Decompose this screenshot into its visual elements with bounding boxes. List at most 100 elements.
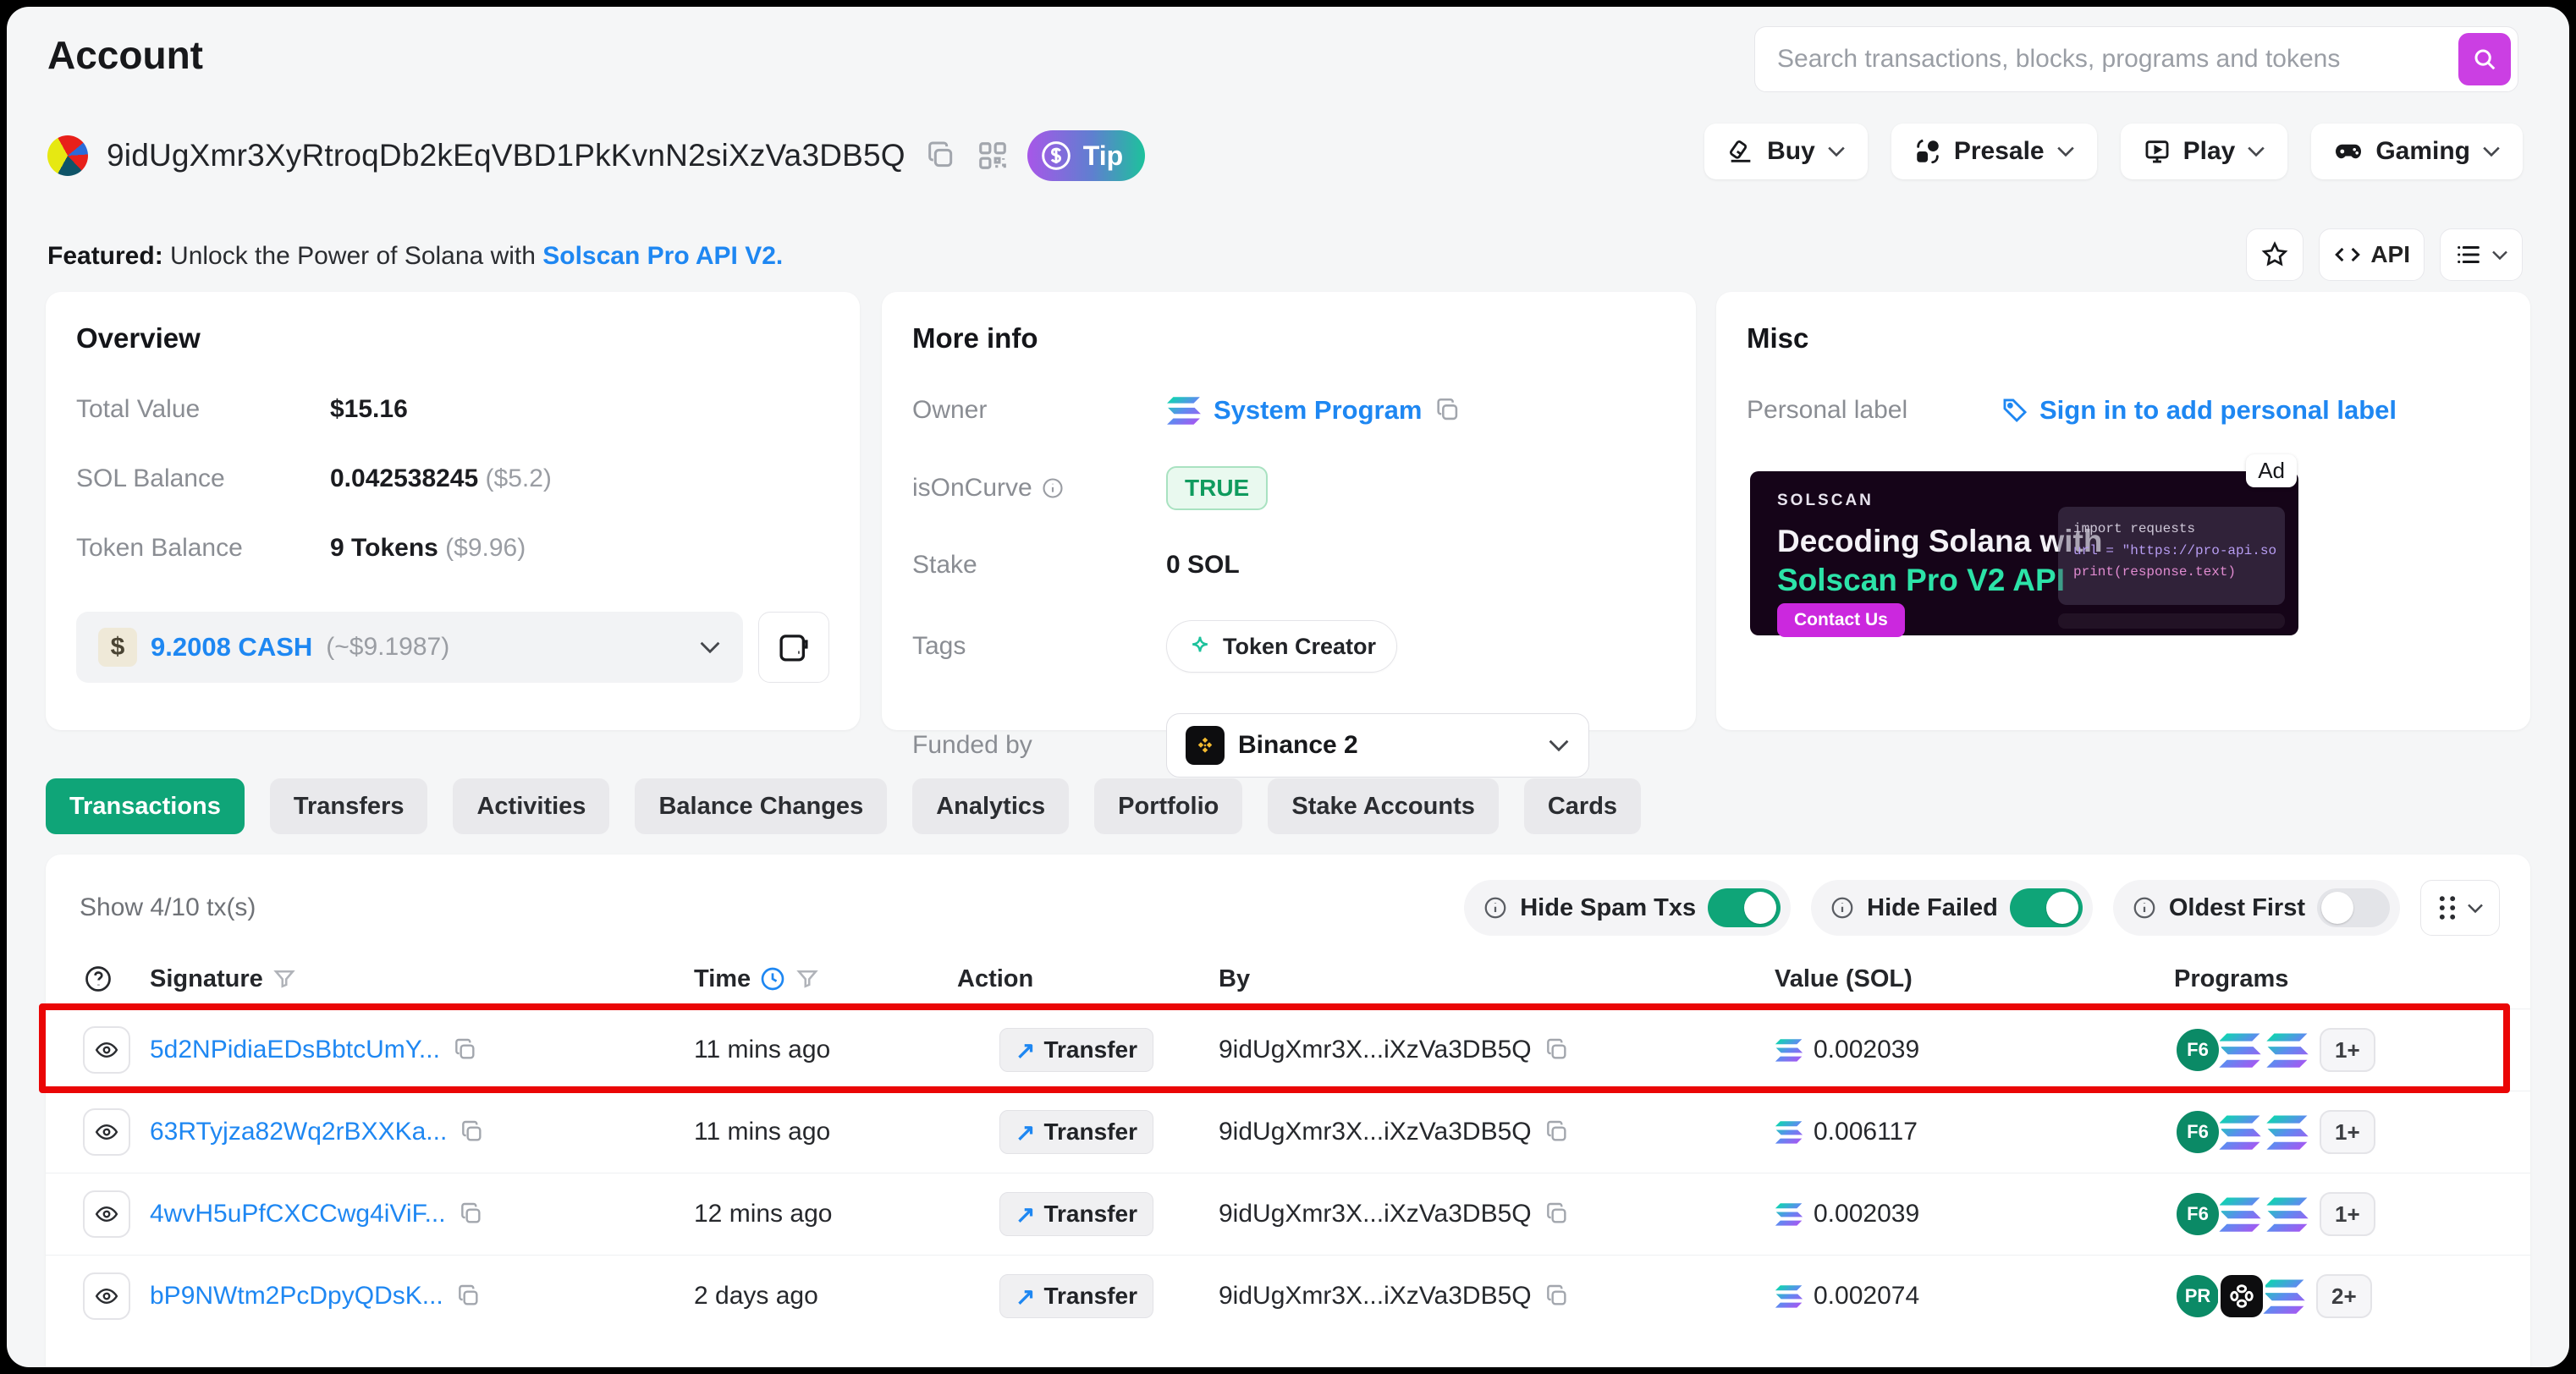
list-icon	[2454, 240, 2483, 269]
total-value-row: Total Value $15.16	[76, 395, 408, 423]
copy-icon[interactable]	[1544, 1118, 1571, 1146]
tx-signature-link[interactable]: 4wvH5uPfCXCCwg4iViF...	[150, 1200, 446, 1228]
tx-programs: F6 1+	[2174, 1108, 2496, 1156]
tab-transfers[interactable]: Transfers	[269, 778, 428, 834]
tx-by-address[interactable]: 9idUgXmr3X...iXzVa3DB5Q	[1219, 1200, 1532, 1228]
solana-program-icon[interactable]	[2218, 1114, 2262, 1150]
more-programs-badge[interactable]: 1+	[2320, 1192, 2375, 1236]
search-button[interactable]	[2458, 33, 2511, 85]
sign-in-label-link[interactable]: Sign in to add personal label	[2001, 395, 2397, 426]
tip-button[interactable]: Tip	[1027, 130, 1146, 181]
search-icon	[2472, 47, 2497, 72]
copy-address-icon[interactable]	[924, 139, 958, 173]
tx-table-header: Signature Time Action By Value (SOL) Pro…	[46, 949, 2530, 1009]
solana-program-icon[interactable]	[2265, 1032, 2309, 1068]
tx-by-address[interactable]: 9idUgXmr3X...iXzVa3DB5Q	[1219, 1282, 1532, 1311]
featured-link[interactable]: Solscan Pro API V2.	[542, 242, 783, 270]
clock-icon[interactable]	[759, 965, 786, 992]
gaming-button[interactable]: Gaming	[2311, 124, 2523, 179]
favorite-button[interactable]	[2246, 228, 2304, 281]
filter-icon[interactable]	[272, 966, 297, 992]
tx-signature-link[interactable]: 63RTyjza82Wq2rBXXKa...	[150, 1118, 447, 1146]
solana-program-icon[interactable]	[2218, 1032, 2262, 1068]
token-creator-tag[interactable]: Token Creator	[1166, 620, 1398, 673]
tx-signature-link[interactable]: bP9NWtm2PcDpyQDsK...	[150, 1282, 443, 1311]
presale-button[interactable]: Presale	[1891, 124, 2097, 179]
tab-stake-accounts[interactable]: Stake Accounts	[1268, 778, 1499, 834]
tx-time: 11 mins ago	[694, 1118, 831, 1146]
toggle-oldest-first[interactable]: Oldest First	[2112, 880, 2400, 936]
program-icon[interactable]: F6	[2174, 1108, 2221, 1156]
tab-transactions[interactable]: Transactions	[46, 778, 245, 834]
wallet-button[interactable]	[758, 612, 829, 683]
copy-icon[interactable]	[1544, 1283, 1571, 1310]
toggle-hide-spam-txs[interactable]: Hide Spam Txs	[1464, 880, 1792, 936]
tx-signature-link[interactable]: 5d2NPidiaEDsBbtcUmY...	[150, 1036, 440, 1064]
copy-icon[interactable]	[458, 1201, 485, 1228]
more-programs-badge[interactable]: 1+	[2320, 1110, 2375, 1154]
token-selector-dropdown[interactable]: $ 9.2008 CASH (~$9.1987)	[76, 612, 743, 683]
tx-by-address[interactable]: 9idUgXmr3X...iXzVa3DB5Q	[1219, 1036, 1532, 1064]
program-icon[interactable]: F6	[2174, 1190, 2221, 1238]
solana-program-icon[interactable]	[2265, 1196, 2309, 1232]
cash-token-icon: $	[98, 628, 137, 667]
page-title: Account	[47, 33, 203, 77]
program-icon[interactable]	[2218, 1272, 2265, 1320]
solana-program-icon[interactable]	[2265, 1114, 2309, 1150]
buy-icon	[1726, 137, 1755, 166]
more-info-title: More info	[912, 322, 1038, 354]
action-badge[interactable]: ↗ Transfer	[999, 1192, 1153, 1236]
action-badge[interactable]: ↗ Transfer	[999, 1028, 1153, 1072]
tab-portfolio[interactable]: Portfolio	[1094, 778, 1243, 834]
preview-tx-button[interactable]	[83, 1190, 130, 1238]
tx-count-text: Show 4/10 tx(s)	[80, 893, 256, 921]
ad-banner[interactable]: Ad SOLSCAN Decoding Solana with Solscan …	[1750, 454, 2298, 637]
copy-icon[interactable]	[1544, 1201, 1571, 1228]
search-input[interactable]	[1755, 45, 2458, 74]
preview-tx-button[interactable]	[83, 1272, 130, 1320]
qr-code-icon[interactable]	[977, 140, 1009, 172]
copy-icon[interactable]	[455, 1283, 482, 1310]
buy-button[interactable]: Buy	[1704, 124, 1868, 179]
toggle-hide-failed[interactable]: Hide Failed	[1811, 880, 2093, 936]
list-view-button[interactable]	[2440, 228, 2523, 281]
transfer-arrow-icon: ↗	[1016, 1201, 1036, 1228]
switch[interactable]	[2317, 888, 2390, 927]
action-badge[interactable]: ↗ Transfer	[999, 1110, 1153, 1154]
copy-icon[interactable]	[1434, 396, 1462, 425]
tab-activities[interactable]: Activities	[453, 778, 610, 834]
api-button[interactable]: API	[2319, 228, 2425, 281]
tab-balance-changes[interactable]: Balance Changes	[635, 778, 888, 834]
switch[interactable]	[2009, 888, 2083, 927]
program-icon[interactable]: PR	[2174, 1272, 2221, 1320]
table-row: 5d2NPidiaEDsBbtcUmY... 11 mins ago ↗ Transf…	[46, 1009, 2530, 1091]
solana-program-icon[interactable]	[2218, 1196, 2262, 1232]
action-badge[interactable]: ↗ Transfer	[999, 1274, 1153, 1318]
funded-by-dropdown[interactable]: Binance 2	[1166, 713, 1589, 778]
tab-analytics[interactable]: Analytics	[912, 778, 1070, 834]
solana-program-icon[interactable]	[2262, 1278, 2306, 1314]
copy-icon[interactable]	[1544, 1036, 1571, 1063]
switch[interactable]	[1708, 888, 1781, 927]
tab-cards[interactable]: Cards	[1523, 778, 1642, 834]
tx-table-body: 5d2NPidiaEDsBbtcUmY... 11 mins ago ↗ Transf…	[39, 1003, 2530, 1337]
tx-by-address[interactable]: 9idUgXmr3X...iXzVa3DB5Q	[1219, 1118, 1532, 1146]
solana-icon	[1166, 396, 1202, 425]
copy-icon[interactable]	[452, 1036, 479, 1063]
column-settings-button[interactable]	[2420, 880, 2500, 936]
preview-tx-button[interactable]	[83, 1108, 130, 1156]
more-programs-badge[interactable]: 1+	[2320, 1028, 2375, 1072]
play-button[interactable]: Play	[2120, 124, 2288, 179]
copy-icon[interactable]	[459, 1118, 486, 1146]
binance-icon	[1186, 726, 1225, 765]
gamepad-icon	[2333, 136, 2364, 167]
preview-tx-button[interactable]	[83, 1026, 130, 1074]
filter-icon[interactable]	[795, 966, 820, 992]
contact-us-button[interactable]: Contact Us	[1777, 603, 1905, 637]
owner-link[interactable]: System Program	[1214, 395, 1422, 426]
program-icon[interactable]: F6	[2174, 1026, 2221, 1074]
more-programs-badge[interactable]: 2+	[2316, 1274, 2372, 1318]
eye-icon	[94, 1201, 119, 1227]
misc-card: Misc Personal label Sign in to add perso…	[1716, 292, 2530, 730]
question-icon[interactable]	[83, 964, 113, 994]
